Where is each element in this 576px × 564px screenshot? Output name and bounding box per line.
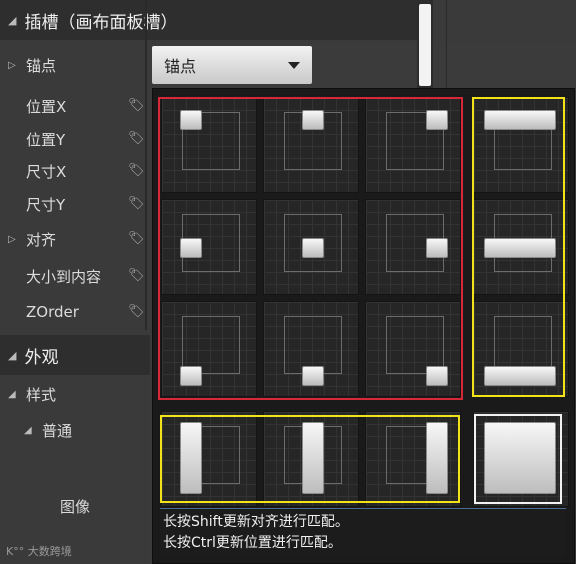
collapse-icon[interactable]: ◢ [24, 425, 32, 436]
anchor-preset-popup: 长按Shift更新对齐进行匹配。 长按Ctrl更新位置进行匹配。 [152, 88, 575, 564]
prop-image: 图像 [0, 491, 150, 521]
pin-icon[interactable]: 🏷 [128, 132, 145, 146]
anchor-dropdown[interactable]: 锚点 [152, 46, 312, 84]
pin-icon[interactable]: 🏷 [128, 164, 145, 178]
prop-size-x-label: 尺寸X [26, 162, 67, 181]
column-divider [145, 0, 147, 330]
prop-pos-x-label: 位置X [26, 97, 67, 116]
prop-image-label: 图像 [59, 497, 90, 516]
scrollbar[interactable] [417, 0, 433, 90]
highlight-red-point-anchors [158, 97, 463, 400]
section-appearance-header[interactable]: ◢ 外观 [0, 335, 150, 375]
prop-size-y: 尺寸Y 🏷 [0, 189, 150, 219]
prop-alignment-label: 对齐 [26, 230, 57, 249]
pin-icon[interactable]: 🏷 [128, 305, 145, 319]
prop-normal[interactable]: ◢ 普通 [0, 415, 150, 445]
hint-line-ctrl: 长按Ctrl更新位置进行匹配。 [163, 535, 342, 551]
prop-anchor-label: 锚点 [26, 56, 57, 75]
prop-zorder-label: ZOrder [26, 303, 79, 321]
watermark: K°° 大数跨境 [6, 545, 72, 558]
highlight-yellow-horizontal-stretch [472, 97, 565, 397]
pin-icon[interactable]: 🏷 [128, 269, 145, 283]
prop-pos-y-label: 位置Y [26, 130, 66, 149]
expand-icon[interactable]: ▷ [8, 60, 16, 71]
prop-anchor[interactable]: ▷ 锚点 [0, 50, 150, 80]
anchor-hint: 长按Shift更新对齐进行匹配。 长按Ctrl更新位置进行匹配。 [160, 508, 566, 556]
highlight-white-full-stretch [474, 414, 562, 504]
prop-normal-label: 普通 [42, 421, 73, 440]
collapse-icon: ◢ [8, 13, 17, 27]
chevron-down-icon [288, 62, 300, 69]
section-slot-header[interactable]: ◢ 插槽（画布面板槽） [0, 0, 430, 40]
highlight-yellow-vertical-stretch [160, 415, 460, 503]
section-slot-title: 插槽（画布面板槽） [24, 12, 178, 33]
prop-zorder: ZOrder 🏷 [0, 297, 150, 327]
prop-style-label: 样式 [26, 385, 57, 404]
hint-line-shift: 长按Shift更新对齐进行匹配。 [163, 514, 349, 530]
prop-alignment[interactable]: ▷ 对齐 🏷 [0, 224, 150, 254]
prop-size-x: 尺寸X 🏷 [0, 156, 150, 186]
prop-pos-y: 位置Y 🏷 [0, 124, 150, 154]
scrollbar-thumb[interactable] [419, 4, 431, 86]
prop-size-to-content: 大小到内容 🏷 [0, 261, 150, 291]
expand-icon[interactable]: ▷ [8, 234, 16, 245]
section-appearance-title: 外观 [24, 347, 59, 368]
prop-size-y-label: 尺寸Y [26, 195, 66, 214]
collapse-icon: ◢ [8, 348, 17, 362]
prop-size-to-content-label: 大小到内容 [26, 267, 102, 286]
pin-icon[interactable]: 🏷 [128, 232, 145, 246]
prop-style[interactable]: ◢ 样式 [0, 379, 150, 409]
anchor-dropdown-value: 锚点 [164, 57, 197, 76]
prop-pos-x: 位置X 🏷 [0, 91, 150, 121]
pin-icon[interactable]: 🏷 [128, 197, 145, 211]
pin-icon[interactable]: 🏷 [128, 99, 145, 113]
collapse-icon[interactable]: ◢ [8, 389, 16, 400]
